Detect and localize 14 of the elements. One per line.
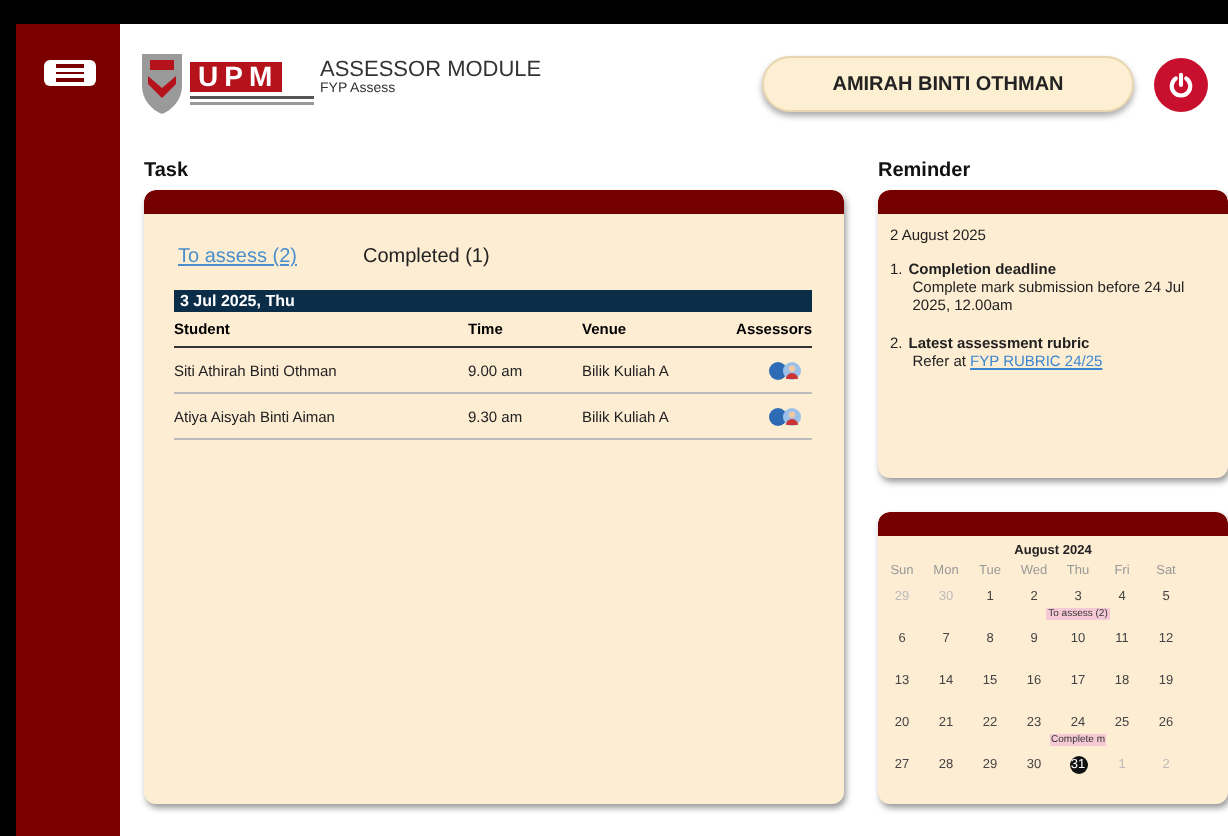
user-name-button[interactable]: AMIRAH BINTI OTHMAN [762, 56, 1134, 112]
section-title: Reminder [878, 160, 973, 184]
logo-caption-icon [190, 96, 314, 106]
power-icon [1168, 71, 1194, 97]
menu-button[interactable] [44, 60, 96, 86]
power-button[interactable] [1154, 57, 1208, 111]
section-title: Task [144, 160, 191, 184]
assessors-icon [767, 407, 803, 425]
module-title: ASSESSOR MODULE [320, 58, 542, 82]
assessors-icon [767, 361, 803, 379]
tab[interactable]: Completed (1) [362, 246, 490, 268]
logo-text: UPM [190, 62, 283, 92]
shield-logo-icon [140, 52, 184, 116]
date-header: 3 Jul 2025, Thu [174, 290, 812, 312]
